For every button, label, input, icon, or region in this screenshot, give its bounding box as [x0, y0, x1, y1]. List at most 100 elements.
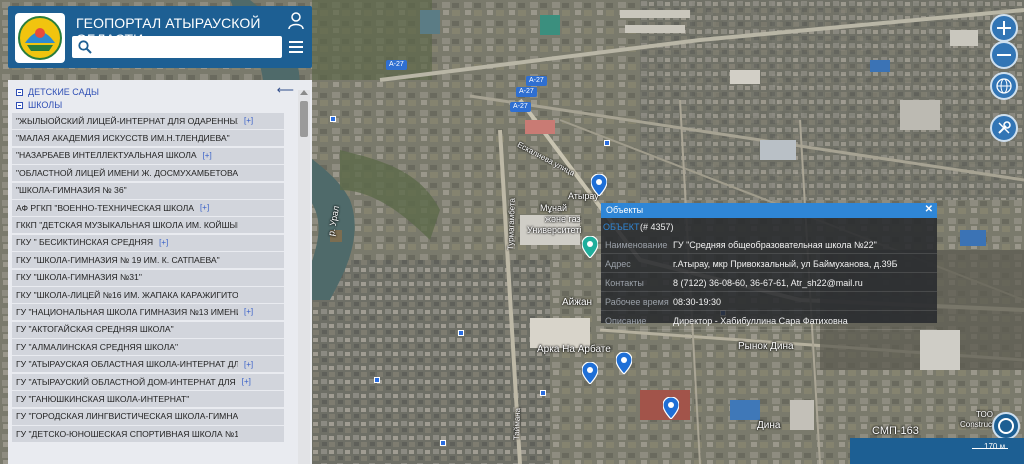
- school-list-item[interactable]: "ОБЛАСТНОЙ ЛИЦЕЙ ИМЕНИ Ж. ДОСМУХАМБЕТОВА…: [12, 164, 294, 182]
- school-list-item[interactable]: "НАЗАРБАЕВ ИНТЕЛЛЕКТУАЛЬНАЯ ШКОЛА [+]: [12, 147, 294, 164]
- school-marker[interactable]: [616, 352, 632, 374]
- locate-icon: [998, 418, 1014, 434]
- basemap-button[interactable]: [990, 72, 1018, 100]
- popup-row: Описание Директор - Хабибуллина Сара Фати…: [601, 312, 937, 330]
- map-label-street-3: Таймана: [512, 407, 523, 441]
- school-marker[interactable]: [663, 397, 679, 419]
- object-link[interactable]: ОБЪЕКТ: [603, 222, 639, 232]
- expand-plus-button[interactable]: [+]: [200, 203, 209, 212]
- kindergarten-marker[interactable]: [458, 330, 464, 336]
- school-list-item[interactable]: ГУ "АКТОГАЙСКАЯ СРЕДНЯЯ ШКОЛА": [12, 321, 294, 338]
- school-list-item[interactable]: ГУ "НАЦИОНАЛЬНАЯ ШКОЛА ГИМНАЗИЯ №13 ИМЕН…: [12, 303, 294, 321]
- school-marker[interactable]: [591, 174, 607, 196]
- zoom-out-button[interactable]: [990, 41, 1018, 69]
- row-divider: [601, 253, 937, 254]
- scale-label: 170 м: [984, 442, 1006, 451]
- attribute-value: 8 (7122) 36-08-60, 36-67-61, Atr_sh22@ma…: [673, 278, 863, 288]
- user-icon[interactable]: [288, 12, 304, 30]
- scale-bar: 170 м: [850, 438, 1024, 464]
- layer-kindergartens-label: ДЕТСКИЕ САДЫ: [28, 87, 99, 97]
- kindergarten-marker[interactable]: [440, 440, 446, 446]
- school-list-item[interactable]: "ШКОЛА-ГИМНАЗИЯ № 36": [12, 182, 294, 199]
- kindergarten-marker[interactable]: [604, 140, 610, 146]
- collapse-toggle-icon[interactable]: [16, 101, 23, 109]
- school-name: ГУ "АТЫРАУСКАЯ ОБЛАСТНАЯ ШКОЛА-ИНТЕРНАТ …: [16, 359, 238, 370]
- school-marker[interactable]: [582, 362, 598, 384]
- school-list-item[interactable]: "МАЛАЯ АКАДЕМИЯ ИСКУССТВ ИМ.Н.ТЛЕНДИЕВА": [12, 129, 294, 147]
- map-label-rynok: Рынок Дина: [738, 341, 794, 352]
- school-marker-selected[interactable]: [582, 236, 598, 258]
- expand-plus-button[interactable]: [+]: [242, 377, 251, 386]
- school-name: "ЖЫЛЫОЙСКИЙ ЛИЦЕЙ-ИНТЕРНАТ ДЛЯ ОДАРЕННЫХ: [16, 115, 238, 126]
- school-list-item[interactable]: ГКУ "ШКОЛА-ЛИЦЕЙ №16 ИМ. ЖАПАКА КАРАЖИГИ…: [12, 286, 294, 303]
- school-list-item[interactable]: ГУ "ГАНЮШКИНСКАЯ ШКОЛА-ИНТЕРНАТ": [12, 390, 294, 408]
- zoom-in-button[interactable]: [990, 14, 1018, 42]
- expand-plus-button[interactable]: [+]: [203, 151, 212, 160]
- school-list-item[interactable]: ГКУ "ШКОЛА-ГИМНАЗИЯ №31": [12, 269, 294, 286]
- row-divider: [601, 291, 937, 292]
- globe-icon: [996, 78, 1012, 94]
- school-name: ГКУ "ШКОЛА-ЛИЦЕЙ №16 ИМ. ЖАПАКА КАРАЖИГИ…: [16, 289, 238, 300]
- school-list-item[interactable]: ГКУ " БЕСИКТИНСКАЯ СРЕДНЯЯ [+]: [12, 234, 294, 251]
- school-list-item[interactable]: ГКУ "ШКОЛА-ГИМНАЗИЯ № 19 ИМ. К. САТПАЕВА…: [12, 251, 294, 269]
- school-list-item[interactable]: ГУ "ДЕТСКО-ЮНОШЕСКАЯ СПОРТИВНАЯ ШКОЛА №1…: [12, 425, 294, 443]
- school-list-item[interactable]: ГУ "АТЫРАУСКАЯ ОБЛАСТНАЯ ШКОЛА-ИНТЕРНАТ …: [12, 355, 294, 373]
- map-label-gaz: және газ: [545, 214, 581, 224]
- scrollbar[interactable]: [298, 90, 310, 464]
- expand-plus-button[interactable]: [+]: [244, 307, 253, 316]
- school-name: ГУ "ГАНЮШКИНСКАЯ ШКОЛА-ИНТЕРНАТ": [16, 393, 190, 404]
- school-name: ГУ "АЛМАЛИНСКАЯ СРЕДНЯЯ ШКОЛА": [16, 341, 179, 352]
- close-icon[interactable]: ✕: [925, 204, 933, 215]
- layer-panel: ⟵ ДЕТСКИЕ САДЫ ШКОЛЫ "ЖЫЛЫОЙСКИЙ ЛИЦЕЙ-И…: [8, 80, 312, 464]
- road-sign-a27: А-27: [510, 102, 531, 112]
- school-list-item[interactable]: АФ РГКП "ВОЕННО-ТЕХНИЧЕСКАЯ ШКОЛА [+]: [12, 199, 294, 216]
- school-name: ГУ "НАЦИОНАЛЬНАЯ ШКОЛА ГИМНАЗИЯ №13 ИМЕН…: [16, 306, 238, 317]
- school-list-item[interactable]: ГККП "ДЕТСКАЯ МУЗЫКАЛЬНАЯ ШКОЛА ИМ. КОЙШ…: [12, 216, 294, 234]
- school-name: "ОБЛАСТНОЙ ЛИЦЕЙ ИМЕНИ Ж. ДОСМУХАМБЕТОВА…: [16, 167, 238, 178]
- popup-row: Контакты 8 (7122) 36-08-60, 36-67-61, Atr…: [601, 274, 937, 292]
- search-icon[interactable]: [78, 40, 92, 54]
- emblem-icon: [18, 16, 62, 60]
- attribute-key: Рабочее время: [605, 297, 669, 307]
- attribute-key: Наименование: [605, 240, 668, 250]
- layer-schools-label: ШКОЛЫ: [28, 100, 63, 110]
- popup-row: Адрес г.Атырау, мкр Привокзальный, ул Бай…: [601, 255, 937, 273]
- panel-collapse-arrow-icon[interactable]: ⟵: [277, 83, 294, 97]
- school-list: "ЖЫЛЫОЙСКИЙ ЛИЦЕЙ-ИНТЕРНАТ ДЛЯ ОДАРЕННЫХ…: [12, 112, 294, 443]
- school-list-item[interactable]: ГУ "АТЫРАУСКИЙ ОБЛАСТНОЙ ДОМ-ИНТЕРНАТ ДЛ…: [12, 373, 294, 390]
- menu-icon[interactable]: [289, 41, 303, 53]
- attribute-value: Директор - Хабибуллина Сара Фатиховна: [673, 316, 848, 326]
- tools-button[interactable]: [990, 114, 1018, 142]
- school-list-item[interactable]: ГУ "АЛМАЛИНСКАЯ СРЕДНЯЯ ШКОЛА": [12, 338, 294, 356]
- kindergarten-marker[interactable]: [374, 377, 380, 383]
- school-list-item[interactable]: "ЖЫЛЫОЙСКИЙ ЛИЦЕЙ-ИНТЕРНАТ ДЛЯ ОДАРЕННЫХ…: [12, 112, 294, 129]
- layer-schools[interactable]: ШКОЛЫ: [16, 99, 62, 111]
- scroll-up-arrow-icon[interactable]: [300, 90, 308, 95]
- kindergarten-marker[interactable]: [540, 390, 546, 396]
- wrench-icon: [998, 121, 1011, 134]
- scroll-thumb[interactable]: [300, 101, 308, 137]
- region-logo[interactable]: [15, 13, 65, 63]
- layer-kindergartens[interactable]: ДЕТСКИЕ САДЫ: [16, 86, 99, 98]
- row-divider: [601, 272, 937, 273]
- attribute-key: Адрес: [605, 259, 631, 269]
- map-label-street-2: Турмагамбета: [506, 197, 517, 251]
- kindergarten-marker[interactable]: [330, 116, 336, 122]
- map-label-aizhan: Айжан: [562, 297, 593, 308]
- school-list-item[interactable]: ГУ "ГОРОДСКАЯ ЛИНГВИСТИЧЕСКАЯ ШКОЛА-ГИМН…: [12, 408, 294, 425]
- expand-plus-button[interactable]: [+]: [159, 238, 168, 247]
- school-name: ГУ "АКТОГАЙСКАЯ СРЕДНЯЯ ШКОЛА": [16, 324, 174, 335]
- map-label-dina: Дина: [757, 420, 781, 431]
- map-label-arka: Арка На Арбате: [537, 344, 611, 355]
- school-name: "МАЛАЯ АКАДЕМИЯ ИСКУССТВ ИМ.Н.ТЛЕНДИЕВА": [16, 133, 230, 144]
- road-sign-a27: А-27: [526, 76, 547, 86]
- school-name: ГКУ "ШКОЛА-ГИМНАЗИЯ № 19 ИМ. К. САТПАЕВА…: [16, 254, 220, 265]
- collapse-toggle-icon[interactable]: [16, 88, 23, 96]
- school-name: АФ РГКП "ВОЕННО-ТЕХНИЧЕСКАЯ ШКОЛА: [16, 202, 195, 213]
- expand-plus-button[interactable]: [+]: [244, 116, 253, 125]
- map-label-university: Университеті: [527, 225, 582, 235]
- attribute-value: ГУ "Средняя общеобразовательная школа №2…: [673, 240, 877, 250]
- expand-plus-button[interactable]: [+]: [244, 360, 253, 369]
- search-input[interactable]: [72, 36, 282, 58]
- my-location-button[interactable]: [992, 412, 1020, 440]
